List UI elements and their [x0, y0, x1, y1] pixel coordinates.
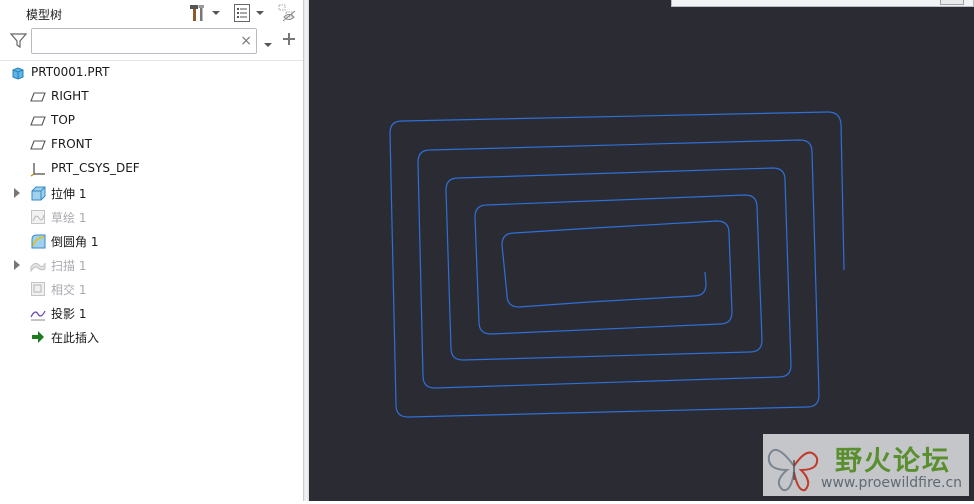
forum-watermark: 野火论坛 www.proewildfire.cn	[763, 434, 969, 496]
message-area-button[interactable]	[940, 0, 964, 5]
show-dropdown-chevron-icon[interactable]	[255, 3, 265, 23]
tree-item-sketch[interactable]: 草绘 1	[0, 205, 303, 229]
tree-item-round[interactable]: 倒圆角 1	[0, 229, 303, 253]
tree-item-label: TOP	[51, 113, 76, 127]
spiral-curve[interactable]	[389, 111, 845, 418]
tree-search-input[interactable]	[36, 32, 240, 52]
settings-tools-icon[interactable]	[186, 3, 208, 23]
filter-funnel-icon[interactable]	[9, 32, 28, 52]
insert-here-arrow-icon	[30, 329, 46, 345]
clear-search-icon[interactable]: ×	[240, 32, 252, 50]
round-icon	[30, 233, 46, 249]
datum-plane-icon	[30, 113, 46, 129]
butterfly-logo-icon	[767, 448, 819, 492]
tree-item-right-plane[interactable]: RIGHT	[0, 85, 303, 109]
tree-item-label: 草绘 1	[51, 211, 87, 225]
part-icon	[10, 65, 26, 81]
watermark-text: 野火论坛	[835, 446, 951, 477]
tree-item-label: PRT_CSYS_DEF	[51, 161, 140, 175]
tree-item-sweep[interactable]: 扫描 1	[0, 253, 303, 277]
tree-item-label: FRONT	[51, 137, 92, 151]
tree-item-csys[interactable]: PRT_CSYS_DEF	[0, 157, 303, 181]
add-filter-plus-icon[interactable]	[282, 32, 296, 49]
message-area-edge	[671, 0, 974, 7]
csys-icon	[30, 161, 46, 177]
expand-arrow-icon[interactable]	[14, 260, 20, 270]
extrude-icon	[30, 185, 46, 201]
tree-item-projection[interactable]: 投影 1	[0, 301, 303, 325]
watermark-url: www.proewildfire.cn	[821, 475, 963, 491]
tree-item-intersect[interactable]: 相交 1	[0, 277, 303, 301]
visibility-filter-icon[interactable]	[276, 3, 298, 23]
tree-item-label: RIGHT	[51, 89, 89, 103]
tree-item-label: 倒圆角 1	[51, 235, 99, 249]
graphics-viewport[interactable]	[309, 0, 974, 501]
sweep-icon	[30, 257, 46, 273]
model-tree-title: 模型树	[26, 8, 63, 22]
tree-item-part[interactable]: PRT0001.PRT	[0, 61, 303, 85]
show-list-icon[interactable]	[231, 3, 253, 23]
tree-search-field[interactable]: ×	[31, 28, 257, 54]
model-tree-panel: 模型树 × PRT0001.PRT RIGHT TOP FRONT PRT_CS…	[0, 0, 303, 501]
settings-dropdown-chevron-icon[interactable]	[211, 3, 221, 23]
tree-item-label: 拉伸 1	[51, 187, 87, 201]
tree-item-label: 相交 1	[51, 283, 87, 297]
tree-item-label: 在此插入	[51, 331, 100, 345]
tree-item-insert-here[interactable]: 在此插入	[0, 325, 303, 349]
tree-item-label: PRT0001.PRT	[31, 65, 110, 79]
tree-item-front-plane[interactable]: FRONT	[0, 133, 303, 157]
datum-plane-icon	[30, 89, 46, 105]
projection-icon	[30, 305, 46, 321]
model-tree-header: 模型树	[0, 0, 303, 27]
tree-item-top-plane[interactable]: TOP	[0, 109, 303, 133]
sketch-icon	[30, 209, 46, 225]
spiral-curve-canvas	[389, 111, 845, 418]
search-dropdown-chevron-icon[interactable]	[264, 37, 272, 51]
datum-plane-icon	[30, 137, 46, 153]
tree-filter-row: ×	[0, 27, 303, 57]
tree-item-extrude[interactable]: 拉伸 1	[0, 181, 303, 205]
tree-item-label: 扫描 1	[51, 259, 87, 273]
expand-arrow-icon[interactable]	[14, 188, 20, 198]
tree-item-label: 投影 1	[51, 307, 87, 321]
intersect-icon	[30, 281, 46, 297]
